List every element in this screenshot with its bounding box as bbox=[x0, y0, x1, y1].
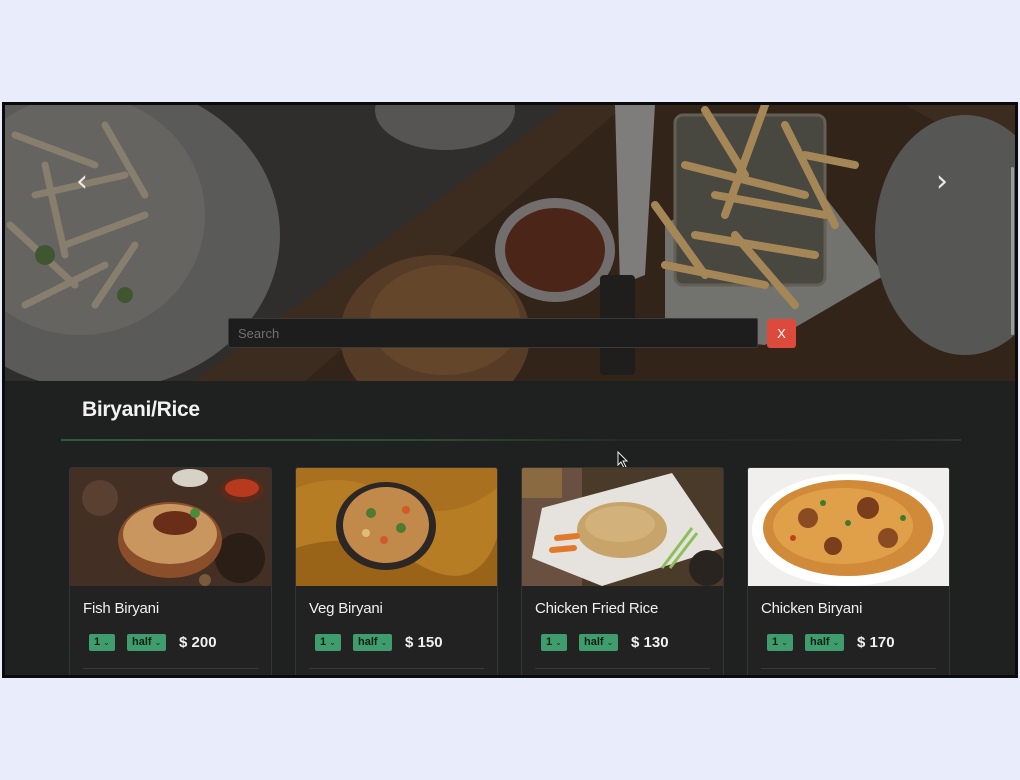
chevron-left-icon: ‹ bbox=[76, 164, 88, 199]
chevron-down-icon: ⌄ bbox=[380, 637, 388, 647]
size-select[interactable]: half ⌄ bbox=[805, 633, 844, 651]
app-window: ‹ › X Biryani/Rice bbox=[2, 102, 1018, 678]
veg-biryani-image bbox=[296, 468, 497, 586]
clear-search-button[interactable]: X bbox=[767, 319, 796, 348]
chevron-down-icon: ⌄ bbox=[832, 637, 840, 647]
menu-card[interactable]: Chicken Biryani 1 ⌄ half ⌄ $ 170 bbox=[747, 467, 950, 675]
quantity-select[interactable]: 1 ⌄ bbox=[541, 633, 567, 651]
chevron-down-icon: ⌄ bbox=[329, 637, 336, 647]
section-title: Biryani/Rice bbox=[82, 398, 200, 421]
chevron-down-icon: ⌄ bbox=[781, 637, 788, 647]
quantity-select[interactable]: 1 ⌄ bbox=[315, 633, 341, 651]
menu-item-name: Chicken Biryani bbox=[761, 600, 863, 617]
chicken-biryani-image bbox=[748, 468, 949, 586]
chevron-down-icon: ⌄ bbox=[103, 637, 110, 647]
menu-card[interactable]: Fish Biryani 1 ⌄ half ⌄ $ 200 bbox=[69, 467, 272, 675]
quantity-select[interactable]: 1 ⌄ bbox=[767, 633, 793, 651]
chevron-right-icon: › bbox=[936, 164, 948, 199]
chicken-fried-rice-image bbox=[522, 468, 723, 586]
search-input[interactable] bbox=[228, 318, 758, 348]
size-select[interactable]: half ⌄ bbox=[353, 633, 392, 651]
menu-item-name: Fish Biryani bbox=[83, 600, 159, 617]
card-divider bbox=[309, 668, 484, 669]
card-divider bbox=[535, 668, 710, 669]
chevron-down-icon: ⌄ bbox=[555, 637, 562, 647]
menu-item-price: $ 200 bbox=[179, 633, 217, 651]
menu-item-name: Veg Biryani bbox=[309, 600, 383, 617]
carousel-prev-button[interactable]: ‹ bbox=[67, 167, 97, 197]
chevron-down-icon: ⌄ bbox=[606, 637, 614, 647]
hero-carousel: ‹ › X bbox=[5, 105, 1015, 381]
size-select[interactable]: half ⌄ bbox=[579, 633, 618, 651]
scrollbar-thumb[interactable] bbox=[1011, 167, 1014, 335]
chevron-down-icon: ⌄ bbox=[154, 637, 162, 647]
menu-item-price: $ 150 bbox=[405, 633, 443, 651]
menu-item-price: $ 130 bbox=[631, 633, 669, 651]
size-select[interactable]: half ⌄ bbox=[127, 633, 166, 651]
section-divider bbox=[61, 439, 961, 441]
card-divider bbox=[83, 668, 258, 669]
menu-card[interactable]: Veg Biryani 1 ⌄ half ⌄ $ 150 bbox=[295, 467, 498, 675]
menu-item-price: $ 170 bbox=[857, 633, 895, 651]
menu-card[interactable]: Chicken Fried Rice 1 ⌄ half ⌄ $ 130 bbox=[521, 467, 724, 675]
menu-item-name: Chicken Fried Rice bbox=[535, 600, 659, 617]
carousel-next-button[interactable]: › bbox=[927, 167, 957, 197]
menu-item-grid: Fish Biryani 1 ⌄ half ⌄ $ 200 Veg Biryan… bbox=[69, 467, 959, 675]
card-divider bbox=[761, 668, 936, 669]
fish-biryani-image bbox=[70, 468, 271, 586]
quantity-select[interactable]: 1 ⌄ bbox=[89, 633, 115, 651]
